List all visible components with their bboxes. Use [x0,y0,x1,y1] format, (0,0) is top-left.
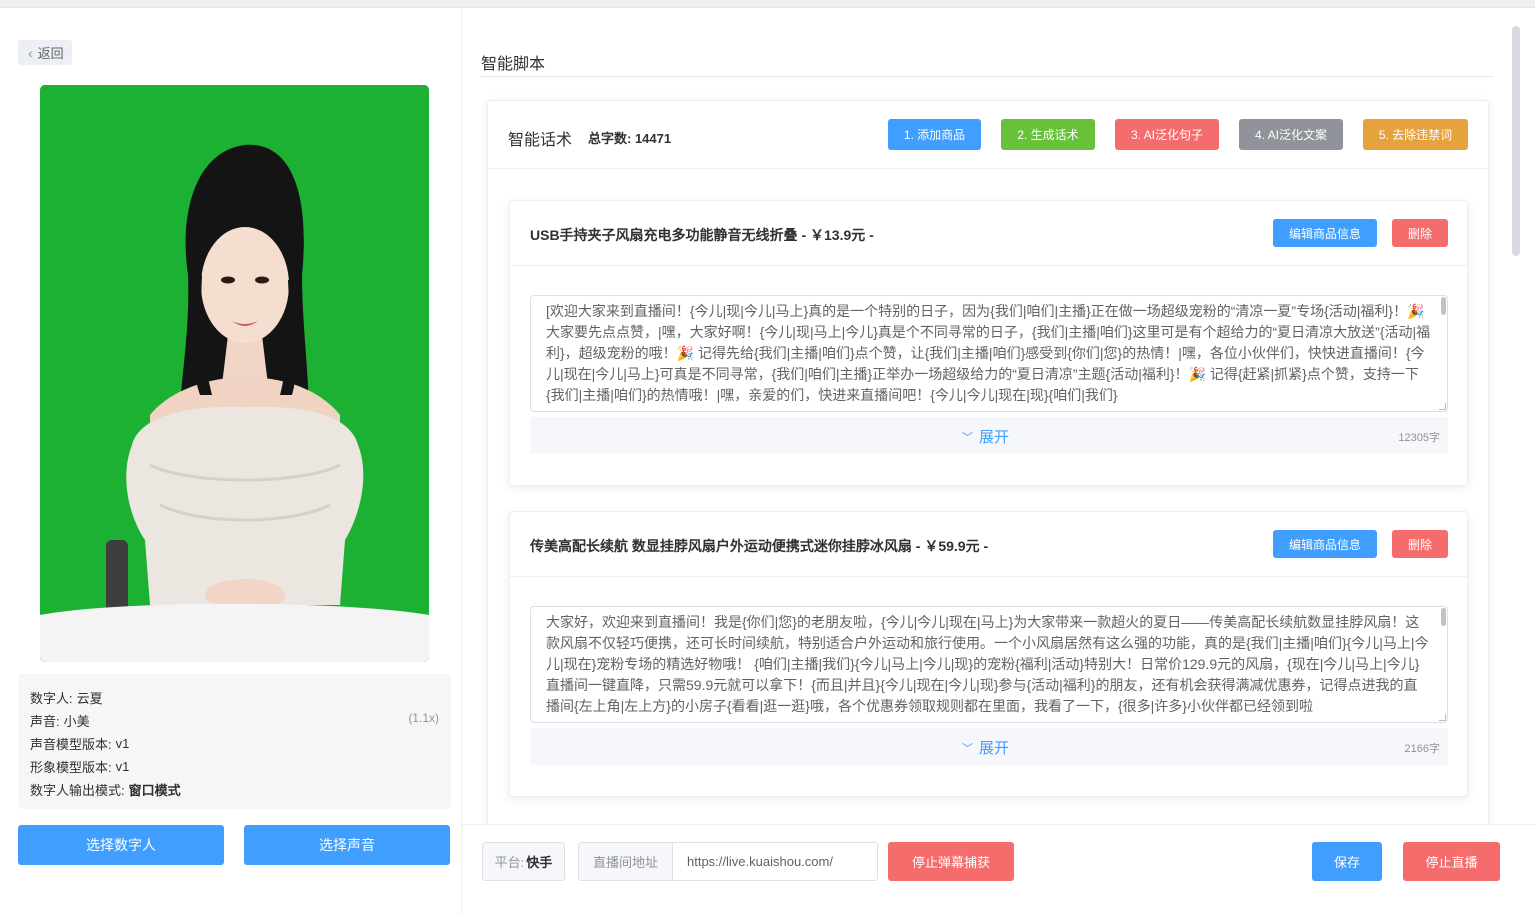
expand-label: 展开 [979,740,1010,757]
chevron-left-icon: ‹ [28,44,33,61]
presenter-image [40,85,429,662]
select-digital-human-button[interactable]: 选择数字人 [18,825,224,865]
char-count: 12305字 [1398,432,1440,444]
delete-product-button[interactable]: 删除 [1392,219,1448,247]
info-row-image-model: 形象模型版本: v1 [30,755,439,778]
back-button[interactable]: ‹ 返回 [18,40,72,65]
info-key: 形象模型版本: [30,760,112,775]
expand-bar: ﹀ 展开 2166字 [530,728,1448,765]
info-key: 声音: [30,714,60,729]
char-count: 2166字 [1404,743,1440,755]
page-scrollbar[interactable] [1512,26,1520,256]
divider [481,76,1494,77]
edit-product-button[interactable]: 编辑商品信息 [1273,530,1377,558]
back-label: 返回 [37,46,64,61]
voice-speed: (1.1x) [408,711,439,725]
platform-indicator: 平台: 快手 [482,842,565,881]
product-card: USB手持夹子风扇充电多功能静音无线折叠 - ￥13.9元 - 编辑商品信息 删… [509,200,1468,486]
product-header: 传美高配长续航 数显挂脖风扇户外运动便携式迷你挂脖冰风扇 - ￥59.9元 - … [510,512,1467,577]
expand-button[interactable]: ﹀ 展开 [962,426,1009,447]
bottom-toolbar: 平台: 快手 直播间地址 停止弹幕捕获 保存 停止直播 [462,824,1535,915]
script-card: 智能话术 总字数: 14471 1. 添加商品 2. 生成话术 3. AI泛化句… [487,100,1489,830]
script-textarea[interactable]: [欢迎大家来到直播间！{今儿|现|今儿|马上}真的是一个特别的日子，因为{我们|… [530,295,1448,412]
info-key: 数字人输出模式: [30,783,125,798]
add-product-button[interactable]: 1. 添加商品 [888,119,981,150]
stop-live-button[interactable]: 停止直播 [1403,842,1500,881]
ai-generalize-sentences-button[interactable]: 3. AI泛化句子 [1115,119,1219,150]
digital-human-info: 数字人: 云夏 声音: 小美 声音模型版本: v1 形象模型版本: v1 数字人… [18,674,451,809]
info-row-voice: 声音: 小美 [30,709,439,732]
script-panel: 智能脚本 智能话术 总字数: 14471 1. 添加商品 2. 生成话术 3. … [462,8,1535,915]
info-value: v1 [115,736,130,751]
generate-script-button[interactable]: 2. 生成话术 [1001,119,1095,150]
info-value: 窗口模式 [128,783,181,798]
script-textarea[interactable]: 大家好，欢迎来到直播间！我是{你们|您}的老朋友啦，{今儿|今儿|现在|马上}为… [530,606,1448,723]
expand-bar: ﹀ 展开 12305字 [530,417,1448,454]
remove-banned-words-button[interactable]: 5. 去除违禁词 [1363,119,1468,150]
digital-human-preview [40,85,429,662]
info-key: 数字人: [30,691,73,706]
edit-product-button[interactable]: 编辑商品信息 [1273,219,1377,247]
top-bar [0,0,1535,8]
platform-label: 平台: [494,855,525,870]
stop-danmaku-capture-button[interactable]: 停止弹幕捕获 [888,842,1014,881]
product-title: USB手持夹子风扇充电多功能静音无线折叠 - ￥13.9元 - [530,227,874,243]
info-row-human: 数字人: 云夏 [30,686,439,709]
product-title: 传美高配长续航 数显挂脖风扇户外运动便携式迷你挂脖冰风扇 - ￥59.9元 - [530,538,989,554]
save-button[interactable]: 保存 [1312,842,1382,881]
ai-generalize-copy-button[interactable]: 4. AI泛化文案 [1239,119,1343,150]
live-url-label: 直播间地址 [579,843,673,880]
section-title: 智能脚本 [481,56,546,73]
expand-label: 展开 [979,429,1010,446]
delete-product-button[interactable]: 删除 [1392,530,1448,558]
script-card-title: 智能话术 [508,132,573,149]
info-row-output-mode: 数字人输出模式: 窗口模式 [30,778,439,801]
platform-value: 快手 [526,855,553,870]
product-card: 传美高配长续航 数显挂脖风扇户外运动便携式迷你挂脖冰风扇 - ￥59.9元 - … [509,511,1468,797]
info-value: v1 [115,759,130,774]
script-card-header: 智能话术 总字数: 14471 1. 添加商品 2. 生成话术 3. AI泛化句… [488,101,1488,169]
product-header: USB手持夹子风扇充电多功能静音无线折叠 - ￥13.9元 - 编辑商品信息 删… [510,201,1467,266]
chevron-down-icon: ﹀ [962,742,973,755]
chevron-down-icon: ﹀ [962,431,973,444]
digital-human-panel: ‹ 返回 数字人: 云夏 声音: 小美 声音模型版本: v1 形象模型版本: v… [0,8,462,915]
info-row-voice-model: 声音模型版本: v1 [30,732,439,755]
total-word-count: 总字数: 14471 [588,131,672,146]
info-key: 声音模型版本: [30,737,112,752]
select-voice-button[interactable]: 选择声音 [244,825,450,865]
live-url-group: 直播间地址 [578,842,878,881]
info-value: 小美 [63,714,90,729]
info-value: 云夏 [76,691,103,706]
expand-button[interactable]: ﹀ 展开 [962,737,1009,758]
live-url-input[interactable] [673,843,877,880]
